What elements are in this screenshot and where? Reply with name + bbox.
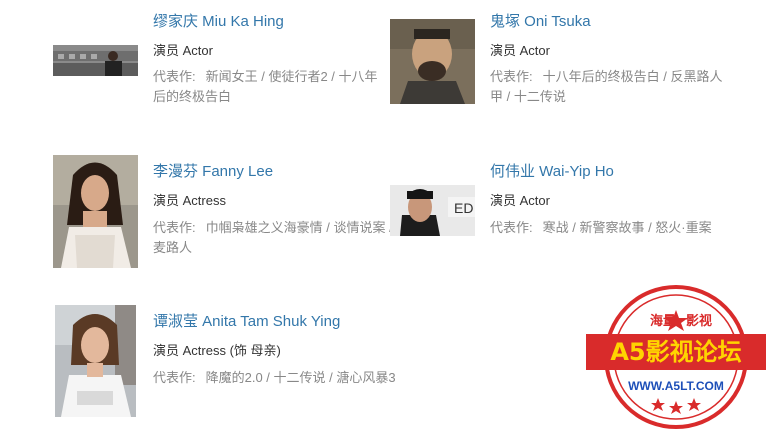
celebrity-works: 代表作: 十八年后的终极告白 / 反黑路人甲 / 十二传说	[490, 67, 735, 107]
celebrity-photo[interactable]	[55, 305, 136, 417]
watermark-top-text-2: 影视	[686, 313, 712, 329]
celebrity-photo[interactable]	[53, 45, 138, 76]
celebrity-role: 演员 Actor	[490, 43, 550, 58]
watermark-url: WWW.A5LT.COM	[628, 379, 724, 393]
celebrity-photo[interactable]	[53, 155, 138, 268]
celebrity-name-link[interactable]: 谭淑莹 Anita Tam Shuk Ying	[153, 313, 340, 331]
celebrity-role: 演员 Actress (饰 母亲)	[153, 343, 281, 358]
svg-text:ED: ED	[454, 200, 473, 216]
celebrity-name-link[interactable]: 缪家庆 Miu Ka Hing	[153, 13, 284, 31]
celebrity-photo[interactable]: ED	[390, 185, 475, 236]
celebrity-works: 代表作: 巾帼枭雄之义海豪情 / 谈情说案 / 麦路人	[153, 218, 393, 258]
works-label: 代表作:	[490, 220, 533, 235]
works-list: 寒战 / 新警察故事 / 怒火·重案	[542, 220, 712, 235]
celebrity-photo[interactable]	[390, 19, 475, 104]
celebrity-name-link[interactable]: 李漫芬 Fanny Lee	[153, 163, 273, 181]
celebrity-name-link[interactable]: 鬼塚 Oni Tsuka	[490, 13, 591, 31]
celebrity-role: 演员 Actor	[153, 43, 213, 58]
celebrity-works: 代表作: 寒战 / 新警察故事 / 怒火·重案	[490, 218, 750, 238]
celebrity-role: 演员 Actor	[490, 193, 550, 208]
celebrity-name-link[interactable]: 何伟业 Wai-Yip Ho	[490, 163, 614, 181]
a5-forum-watermark-stamp: 海量 影视 A5影视论坛 WWW.A5LT.COM	[578, 282, 774, 432]
celebrity-works: 代表作: 降魔的2.0 / 十二传说 / 溏心风暴3	[153, 368, 453, 388]
works-list: 降魔的2.0 / 十二传说 / 溏心风暴3	[205, 370, 396, 385]
works-label: 代表作:	[490, 69, 533, 84]
works-label: 代表作:	[153, 370, 196, 385]
watermark-title: A5影视论坛	[610, 338, 741, 366]
works-label: 代表作:	[153, 69, 196, 84]
works-label: 代表作:	[153, 220, 196, 235]
celebrity-role: 演员 Actress	[153, 193, 226, 208]
celebrity-works: 代表作: 新闻女王 / 使徒行者2 / 十八年后的终极告白	[153, 67, 388, 107]
